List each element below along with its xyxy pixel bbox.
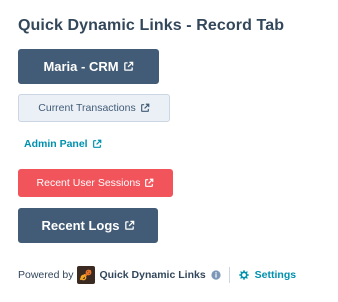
settings-label: Settings: [254, 269, 297, 281]
external-link-icon: [92, 139, 102, 149]
external-link-icon: [124, 220, 135, 231]
external-link-icon: [144, 178, 154, 188]
settings-link[interactable]: Settings: [238, 269, 296, 281]
footer: Powered by Quick Dynamic Links Settings: [18, 266, 296, 284]
current-transactions-button[interactable]: Current Transactions: [18, 94, 170, 122]
record-tab-card: Quick Dynamic Links - Record Tab Maria -…: [18, 14, 328, 284]
maria-crm-button[interactable]: Maria - CRM: [18, 49, 159, 84]
powered-by-text: Powered by: [18, 269, 74, 281]
button-label: Recent Logs: [41, 218, 120, 233]
info-icon[interactable]: [211, 270, 221, 280]
card-title: Quick Dynamic Links - Record Tab: [18, 17, 285, 34]
recent-user-sessions-button[interactable]: Recent User Sessions: [18, 169, 173, 197]
recent-logs-button[interactable]: Recent Logs: [18, 208, 158, 243]
external-link-icon: [140, 103, 150, 113]
button-label: Maria - CRM: [43, 59, 119, 74]
quick-dynamic-links-logo: [77, 266, 96, 284]
brand-name: Quick Dynamic Links: [99, 269, 206, 281]
footer-divider: [228, 267, 230, 283]
link-label: Admin Panel: [24, 138, 88, 150]
external-link-icon: [123, 61, 134, 72]
admin-panel-link[interactable]: Admin Panel: [24, 138, 102, 150]
button-label: Recent User Sessions: [36, 177, 141, 189]
button-label: Current Transactions: [38, 102, 136, 114]
gear-icon: [238, 270, 249, 280]
